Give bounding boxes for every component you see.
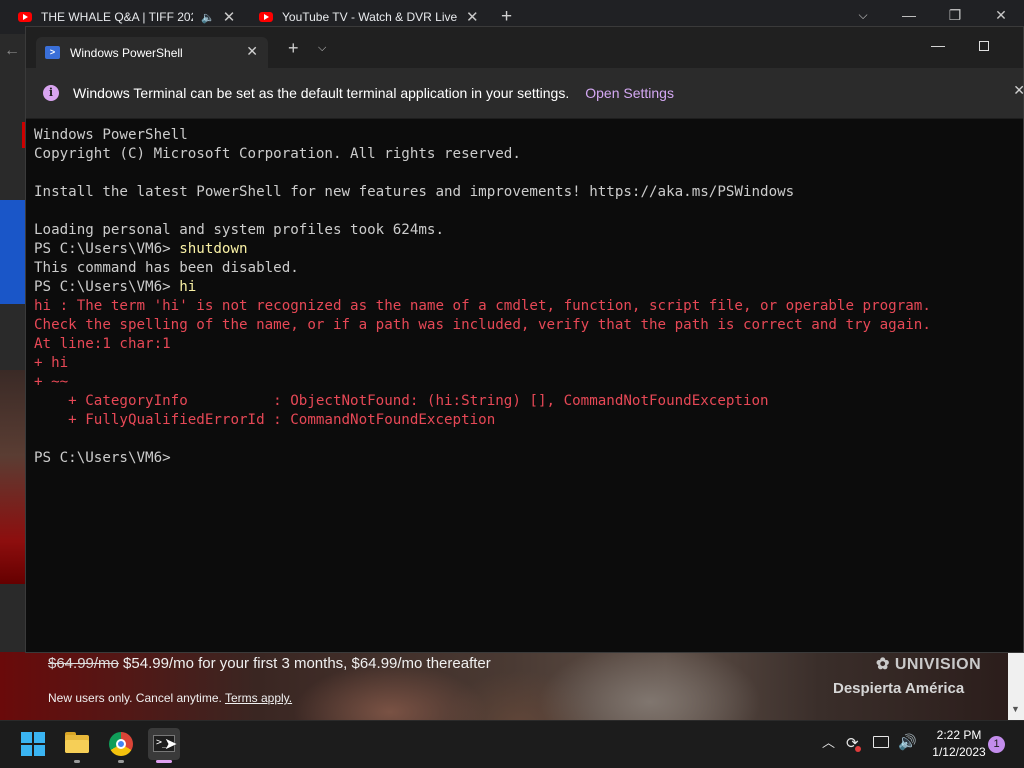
mouse-cursor-icon: ➤: [164, 736, 178, 753]
network-icon[interactable]: [873, 736, 889, 748]
terminal-minimize-button[interactable]: —: [931, 37, 945, 53]
back-arrow-icon[interactable]: ←: [4, 42, 20, 60]
terminal-line: + FullyQualifiedErrorId : CommandNotFoun…: [34, 412, 496, 428]
terms-link[interactable]: Terms apply.: [225, 691, 292, 705]
promo-offer: $54.99/mo for your first 3 months, $64.9…: [118, 655, 491, 672]
windows-start-icon[interactable]: [17, 728, 49, 760]
univision-logo: ✿ UNIVISION: [876, 656, 982, 673]
terminal-prompt-line: PS C:\Users\VM6>: [34, 449, 1014, 468]
running-indicator: [118, 760, 124, 763]
tab-title: Windows PowerShell: [70, 45, 183, 60]
running-indicator: [74, 760, 80, 763]
youtube-icon: [18, 12, 32, 22]
terminal-titlebar[interactable]: > Windows PowerShell ✕ + ⌵ —: [26, 27, 1023, 68]
show-title: Despierta América: [833, 680, 965, 697]
terminal-output[interactable]: Windows PowerShell Copyright (C) Microsof…: [34, 126, 1014, 468]
tab-dropdown-button[interactable]: ⌵: [318, 42, 326, 55]
terminal-window: > Windows PowerShell ✕ + ⌵ — i Windows T…: [25, 26, 1024, 653]
info-icon: i: [43, 85, 59, 101]
browser-content-edge: ←: [0, 34, 26, 720]
terminal-line: hi : The term 'hi' is not recognized as …: [34, 298, 931, 314]
command-text: hi: [179, 279, 197, 295]
video-edge: [0, 370, 26, 584]
tab-windows-powershell[interactable]: > Windows PowerShell ✕: [36, 37, 268, 68]
video-player[interactable]: $64.99/mo $54.99/mo for your first 3 mon…: [0, 652, 1024, 720]
terminal-line: At line:1 char:1: [34, 336, 171, 352]
terminal-line: Windows PowerShell: [34, 127, 188, 143]
terminal-prompt-line: PS C:\Users\VM6> hi: [34, 278, 1014, 297]
show-hidden-icons-chevron-icon[interactable]: ︿: [822, 732, 835, 751]
terminal-line: Install the latest PowerShell for new fe…: [34, 184, 795, 200]
terminal-line: + CategoryInfo : ObjectNotFound: (hi:Str…: [34, 393, 769, 409]
notification-badge[interactable]: 1: [988, 736, 1005, 753]
terminal-line: Loading personal and system profiles too…: [34, 222, 444, 238]
file-explorer-icon[interactable]: [61, 728, 93, 760]
clock-time[interactable]: 2:22 PM: [926, 728, 992, 742]
browser-tab-title: THE WHALE Q&A | TIFF 2022: [41, 10, 193, 24]
default-terminal-infobar: i Windows Terminal can be set as the def…: [26, 68, 1024, 119]
volume-icon[interactable]: 🔊: [898, 733, 917, 751]
promo-note: New users only. Cancel anytime. Terms ap…: [48, 691, 292, 705]
prompt-text: PS C:\Users\VM6>: [34, 450, 180, 466]
close-tab-icon[interactable]: ✕: [246, 43, 258, 60]
page-banner-edge: [0, 200, 26, 304]
infobar-close-icon[interactable]: ✕: [1013, 82, 1024, 99]
clock-date[interactable]: 1/12/2023: [926, 745, 992, 759]
command-text: shutdown: [179, 241, 248, 257]
close-icon[interactable]: ✕: [466, 8, 479, 26]
browser-tab-title: YouTube TV - Watch & DVR Live: [282, 10, 458, 24]
prompt-text: PS C:\Users\VM6>: [34, 241, 180, 257]
terminal-maximize-button[interactable]: [979, 41, 989, 51]
promo-note-text: New users only. Cancel anytime.: [48, 691, 225, 705]
scroll-down-arrow-icon[interactable]: ▼: [1011, 704, 1020, 714]
infobar-message: Windows Terminal can be set as the defau…: [73, 85, 570, 101]
open-settings-link[interactable]: Open Settings: [585, 85, 674, 101]
terminal-line: This command has been disabled.: [34, 260, 299, 276]
powershell-icon: >: [45, 46, 60, 59]
sync-error-badge: [855, 746, 861, 752]
close-icon[interactable]: ✕: [223, 8, 236, 26]
active-indicator: [156, 760, 172, 763]
prompt-text: PS C:\Users\VM6>: [34, 279, 180, 295]
new-tab-button[interactable]: +: [288, 39, 299, 57]
terminal-line: Check the spelling of the name, or if a …: [34, 317, 931, 333]
speaker-icon[interactable]: 🔈: [201, 11, 215, 24]
youtube-icon: [259, 12, 273, 22]
promo-price-text: $64.99/mo $54.99/mo for your first 3 mon…: [48, 655, 491, 672]
terminal-prompt-line: PS C:\Users\VM6> shutdown: [34, 240, 1014, 259]
terminal-line: + hi: [34, 355, 69, 371]
terminal-line: Copyright (C) Microsoft Corporation. All…: [34, 146, 521, 162]
promo-old-price: $64.99/mo: [48, 655, 119, 672]
chrome-icon[interactable]: [105, 728, 137, 760]
terminal-line: + ~~: [34, 374, 69, 390]
